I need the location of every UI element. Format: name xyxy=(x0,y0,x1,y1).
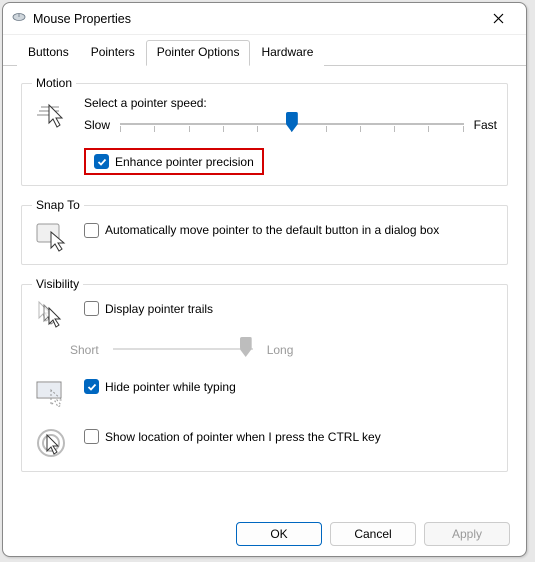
mouse-icon xyxy=(11,11,27,26)
group-motion: Motion Select a pointer speed: Slow xyxy=(21,76,508,186)
close-icon xyxy=(493,13,504,24)
pointer-trails-slider xyxy=(113,339,253,361)
enhance-precision-checkbox[interactable] xyxy=(94,154,109,169)
slider-slow-label: Slow xyxy=(84,118,110,132)
titlebar[interactable]: Mouse Properties xyxy=(3,3,526,35)
trails-long-label: Long xyxy=(267,343,294,357)
hide-typing-label: Hide pointer while typing xyxy=(105,380,236,394)
ctrl-locate-icon xyxy=(32,425,72,461)
ctrl-locate-label: Show location of pointer when I press th… xyxy=(105,430,381,444)
tab-buttons[interactable]: Buttons xyxy=(17,40,80,66)
snap-to-icon xyxy=(32,218,72,254)
slider-fast-label: Fast xyxy=(474,118,497,132)
dialog-footer: OK Cancel Apply xyxy=(3,522,526,546)
group-motion-legend: Motion xyxy=(32,76,76,90)
enhance-precision-label: Enhance pointer precision xyxy=(115,155,254,169)
hide-typing-icon xyxy=(32,375,72,411)
slider-thumb xyxy=(240,337,252,357)
pointer-trails-checkbox[interactable] xyxy=(84,301,99,316)
group-snap-to-legend: Snap To xyxy=(32,198,84,212)
check-icon xyxy=(87,382,97,392)
tab-hardware[interactable]: Hardware xyxy=(250,40,324,66)
ok-button[interactable]: OK xyxy=(236,522,322,546)
tab-panel-pointer-options: Motion Select a pointer speed: Slow xyxy=(3,66,526,472)
check-icon xyxy=(97,157,107,167)
hide-typing-checkbox[interactable] xyxy=(84,379,99,394)
pointer-speed-label: Select a pointer speed: xyxy=(84,96,497,110)
trails-short-label: Short xyxy=(70,343,99,357)
pointer-speed-icon xyxy=(32,96,72,132)
cancel-button[interactable]: Cancel xyxy=(330,522,416,546)
pointer-speed-slider[interactable] xyxy=(120,114,464,136)
snap-to-label: Automatically move pointer to the defaul… xyxy=(105,222,439,238)
snap-to-checkbox[interactable] xyxy=(84,223,99,238)
close-button[interactable] xyxy=(478,3,518,34)
tab-strip: Buttons Pointers Pointer Options Hardwar… xyxy=(3,39,526,66)
enhance-precision-highlight: Enhance pointer precision xyxy=(84,148,264,175)
group-snap-to: Snap To Automatically move pointer to th… xyxy=(21,198,508,265)
group-visibility: Visibility Display pointer trails xyxy=(21,277,508,472)
window-title: Mouse Properties xyxy=(27,12,478,26)
tab-pointers[interactable]: Pointers xyxy=(80,40,146,66)
pointer-trails-label: Display pointer trails xyxy=(105,302,213,316)
ctrl-locate-checkbox[interactable] xyxy=(84,429,99,444)
group-visibility-legend: Visibility xyxy=(32,277,83,291)
pointer-trails-icon xyxy=(32,297,72,333)
tab-pointer-options[interactable]: Pointer Options xyxy=(146,40,251,66)
mouse-properties-window: Mouse Properties Buttons Pointers Pointe… xyxy=(2,2,527,557)
apply-button: Apply xyxy=(424,522,510,546)
